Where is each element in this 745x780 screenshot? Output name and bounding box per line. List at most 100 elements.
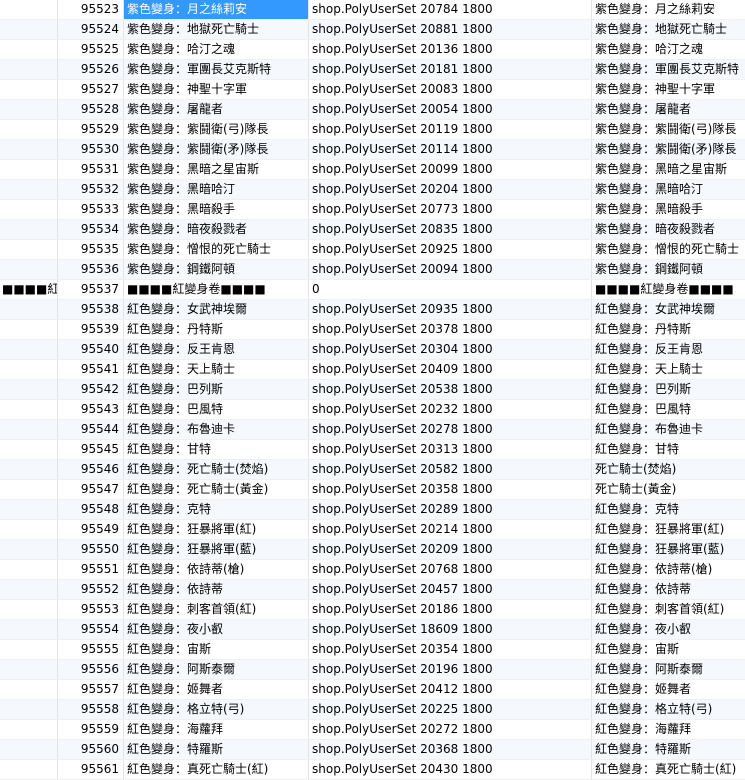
table-row[interactable]: 95538 紅色變身：女武神埃爾 shop.PolyUserSet 20935 18…	[0, 300, 745, 320]
row-note-cell[interactable]: 紅色變身：依詩蒂(槍)	[592, 560, 745, 579]
row-id-cell[interactable]: 95557	[58, 680, 124, 699]
row-prefix-cell[interactable]	[0, 520, 58, 539]
row-note-cell[interactable]: 紅色變身：宙斯	[592, 640, 745, 659]
row-name-cell[interactable]: 紫色變身：地獄死亡騎士	[124, 20, 309, 39]
row-action-cell[interactable]: shop.PolyUserSet 20278 1800	[309, 420, 592, 439]
row-name-cell[interactable]: 紫色變身：神聖十字軍	[124, 80, 309, 99]
table-row[interactable]: 95524 紫色變身：地獄死亡騎士 shop.PolyUserSet 20881 1…	[0, 20, 745, 40]
table-row[interactable]: 95545 紅色變身：甘特 shop.PolyUserSet 20313 1800 紅…	[0, 440, 745, 460]
row-name-cell[interactable]: 紅色變身：女武神埃爾	[124, 300, 309, 319]
table-row[interactable]: 95525 紫色變身：哈汀之魂 shop.PolyUserSet 20136 180…	[0, 40, 745, 60]
row-note-cell[interactable]: 紅色變身：布魯迪卡	[592, 420, 745, 439]
row-prefix-cell[interactable]	[0, 240, 58, 259]
row-prefix-cell[interactable]	[0, 20, 58, 39]
row-id-cell[interactable]: 95548	[58, 500, 124, 519]
row-prefix-cell[interactable]	[0, 620, 58, 639]
row-action-cell[interactable]: shop.PolyUserSet 20114 1800	[309, 140, 592, 159]
table-row[interactable]: 95554 紅色變身：夜小叡 shop.PolyUserSet 18609 1800…	[0, 620, 745, 640]
row-name-cell[interactable]: 紫色變身：屠龍者	[124, 100, 309, 119]
row-note-cell[interactable]: 紅色變身：女武神埃爾	[592, 300, 745, 319]
row-action-cell[interactable]: shop.PolyUserSet 20412 1800	[309, 680, 592, 699]
row-name-cell[interactable]: 紅色變身：狂暴將軍(藍)	[124, 540, 309, 559]
row-action-cell[interactable]: shop.PolyUserSet 20181 1800	[309, 60, 592, 79]
table-row[interactable]: 95531 紫色變身：黑暗之星宙斯 shop.PolyUserSet 20099 1…	[0, 160, 745, 180]
row-action-cell[interactable]: shop.PolyUserSet 20204 1800	[309, 180, 592, 199]
table-row[interactable]: 95549 紅色變身：狂暴將軍(紅) shop.PolyUserSet 20214 …	[0, 520, 745, 540]
row-note-cell[interactable]: 紅色變身：海蘿拜	[592, 720, 745, 739]
row-prefix-cell[interactable]	[0, 660, 58, 679]
table-row[interactable]: 95544 紅色變身：布魯迪卡 shop.PolyUserSet 20278 180…	[0, 420, 745, 440]
table-row[interactable]: 95561 紅色變身：真死亡騎士(紅) shop.PolyUserSet 20430…	[0, 760, 745, 780]
row-prefix-cell[interactable]	[0, 600, 58, 619]
row-prefix-cell[interactable]	[0, 140, 58, 159]
table-row[interactable]: 95532 紫色變身：黑暗哈汀 shop.PolyUserSet 20204 180…	[0, 180, 745, 200]
row-action-cell[interactable]: shop.PolyUserSet 20186 1800	[309, 600, 592, 619]
table-row[interactable]: 95534 紫色變身：暗夜殺戮者 shop.PolyUserSet 20835 18…	[0, 220, 745, 240]
table-row[interactable]: 95550 紅色變身：狂暴將軍(藍) shop.PolyUserSet 20209 …	[0, 540, 745, 560]
row-note-cell[interactable]: 紅色變身：反王肯恩	[592, 340, 745, 359]
row-name-cell[interactable]: 紫色變身：暗夜殺戮者	[124, 220, 309, 239]
row-name-cell[interactable]: 紫色變身：月之絲莉安	[124, 0, 309, 19]
table-row[interactable]: 95540 紅色變身：反王肯恩 shop.PolyUserSet 20304 180…	[0, 340, 745, 360]
row-action-cell[interactable]: shop.PolyUserSet 20196 1800	[309, 660, 592, 679]
row-name-cell[interactable]: 紅色變身：阿斯泰爾	[124, 660, 309, 679]
table-row[interactable]: 95542 紅色變身：巴列斯 shop.PolyUserSet 20538 1800…	[0, 380, 745, 400]
row-id-cell[interactable]: 95552	[58, 580, 124, 599]
table-row[interactable]: 95533 紫色變身：黑暗殺手 shop.PolyUserSet 20773 180…	[0, 200, 745, 220]
row-id-cell[interactable]: 95538	[58, 300, 124, 319]
row-prefix-cell[interactable]	[0, 200, 58, 219]
row-name-cell[interactable]: 紫色變身：黑暗之星宙斯	[124, 160, 309, 179]
row-note-cell[interactable]: 紅色變身：阿斯泰爾	[592, 660, 745, 679]
row-prefix-cell[interactable]	[0, 360, 58, 379]
row-prefix-cell[interactable]	[0, 700, 58, 719]
row-name-cell[interactable]: 紅色變身：巴風特	[124, 400, 309, 419]
row-id-cell[interactable]: 95542	[58, 380, 124, 399]
row-prefix-cell[interactable]	[0, 760, 58, 779]
row-name-cell[interactable]: 紅色變身：死亡騎士(黃金)	[124, 480, 309, 499]
row-note-cell[interactable]: 紫色變身：黑暗之星宙斯	[592, 160, 745, 179]
table-row[interactable]: 95546 紅色變身：死亡騎士(焚焰) shop.PolyUserSet 20582…	[0, 460, 745, 480]
row-prefix-cell[interactable]	[0, 480, 58, 499]
table-row[interactable]: 95541 紅色變身：天上騎士 shop.PolyUserSet 20409 180…	[0, 360, 745, 380]
row-action-cell[interactable]: shop.PolyUserSet 20094 1800	[309, 260, 592, 279]
row-prefix-cell[interactable]	[0, 0, 58, 19]
row-prefix-cell[interactable]: ■■■■紅	[0, 280, 58, 299]
table-row[interactable]: 95547 紅色變身：死亡騎士(黃金) shop.PolyUserSet 20358…	[0, 480, 745, 500]
row-action-cell[interactable]: shop.PolyUserSet 20272 1800	[309, 720, 592, 739]
row-id-cell[interactable]: 95558	[58, 700, 124, 719]
table-row[interactable]: 95559 紅色變身：海蘿拜 shop.PolyUserSet 20272 1800…	[0, 720, 745, 740]
table-row[interactable]: 95555 紅色變身：宙斯 shop.PolyUserSet 20354 1800 紅…	[0, 640, 745, 660]
row-id-cell[interactable]: 95553	[58, 600, 124, 619]
row-name-cell[interactable]: 紅色變身：巴列斯	[124, 380, 309, 399]
row-name-cell[interactable]: 紫色變身：鋼鐵阿頓	[124, 260, 309, 279]
row-name-cell[interactable]: 紅色變身：格立特(弓)	[124, 700, 309, 719]
row-id-cell[interactable]: 95532	[58, 180, 124, 199]
table-row[interactable]: 95551 紅色變身：依詩蒂(槍) shop.PolyUserSet 20768 1…	[0, 560, 745, 580]
row-id-cell[interactable]: 95551	[58, 560, 124, 579]
row-note-cell[interactable]: 紅色變身：丹特斯	[592, 320, 745, 339]
row-note-cell[interactable]: 紅色變身：刺客首領(紅)	[592, 600, 745, 619]
row-note-cell[interactable]: 紅色變身：姬舞者	[592, 680, 745, 699]
table-row[interactable]: 95557 紅色變身：姬舞者 shop.PolyUserSet 20412 1800…	[0, 680, 745, 700]
row-id-cell[interactable]: 95528	[58, 100, 124, 119]
table-row[interactable]: 95529 紫色變身：紫鬪衛(弓)隊長 shop.PolyUserSet 20119…	[0, 120, 745, 140]
row-prefix-cell[interactable]	[0, 160, 58, 179]
table-row[interactable]: 95536 紫色變身：鋼鐵阿頓 shop.PolyUserSet 20094 180…	[0, 260, 745, 280]
row-action-cell[interactable]: shop.PolyUserSet 20768 1800	[309, 560, 592, 579]
row-note-cell[interactable]: 紅色變身：巴風特	[592, 400, 745, 419]
row-action-cell[interactable]: shop.PolyUserSet 18609 1800	[309, 620, 592, 639]
row-prefix-cell[interactable]	[0, 40, 58, 59]
row-action-cell[interactable]: shop.PolyUserSet 20368 1800	[309, 740, 592, 759]
row-id-cell[interactable]: 95561	[58, 760, 124, 779]
table-row[interactable]: 95528 紫色變身：屠龍者 shop.PolyUserSet 20054 1800…	[0, 100, 745, 120]
row-action-cell[interactable]: shop.PolyUserSet 20925 1800	[309, 240, 592, 259]
row-note-cell[interactable]: 紫色變身：紫鬪衛(弓)隊長	[592, 120, 745, 139]
row-id-cell[interactable]: 95531	[58, 160, 124, 179]
row-id-cell[interactable]: 95559	[58, 720, 124, 739]
row-note-cell[interactable]: 紫色變身：黑暗哈汀	[592, 180, 745, 199]
row-note-cell[interactable]: 紫色變身：鋼鐵阿頓	[592, 260, 745, 279]
row-name-cell[interactable]: 紅色變身：依詩蒂	[124, 580, 309, 599]
row-prefix-cell[interactable]	[0, 460, 58, 479]
table-row[interactable]: 95560 紅色變身：特羅斯 shop.PolyUserSet 20368 1800…	[0, 740, 745, 760]
row-name-cell[interactable]: 紅色變身：宙斯	[124, 640, 309, 659]
